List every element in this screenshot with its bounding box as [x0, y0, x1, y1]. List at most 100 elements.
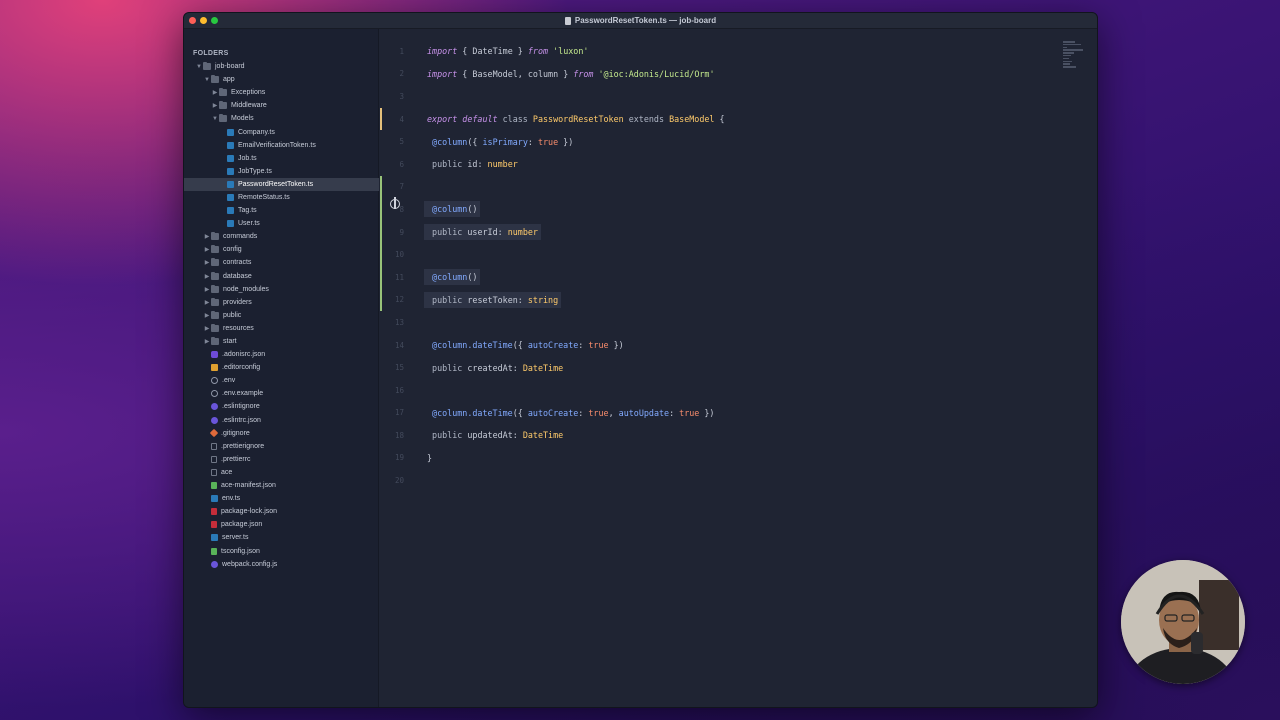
close-dot-icon[interactable]: [189, 17, 196, 24]
tree-file[interactable]: RemoteStatus.ts: [184, 191, 379, 204]
code-line[interactable]: 19}: [380, 447, 1097, 470]
code-token: BaseModel: [669, 114, 715, 125]
tree-file[interactable]: .env: [184, 374, 379, 387]
folder-icon: [211, 258, 219, 267]
tree-folder[interactable]: ▶ Exceptions: [184, 86, 379, 99]
tree-file[interactable]: env.ts: [184, 492, 379, 505]
code-token: ,: [517, 68, 528, 79]
tree-file[interactable]: Job.ts: [184, 152, 379, 165]
tree-folder[interactable]: ▶ public: [184, 309, 379, 322]
code-line[interactable]: 7: [380, 175, 1097, 199]
code-token: :: [517, 294, 528, 305]
code-text: }: [427, 453, 432, 463]
code-token: extends: [628, 114, 665, 125]
line-number: 19: [394, 453, 404, 463]
tree-file[interactable]: .env.example: [184, 387, 379, 400]
folder-icon: [211, 271, 219, 280]
code-token: export default: [427, 114, 498, 125]
file-tree: ▼ job-board ▼ app ▶ Exceptions ▶ Middleware ▼ Mod…: [184, 60, 379, 571]
tree-file[interactable]: Tag.ts: [184, 204, 379, 217]
tree-file[interactable]: EmailVerificationToken.ts: [184, 139, 379, 152]
code-token: 'luxon': [553, 46, 589, 57]
code-line[interactable]: 11 @column(): [380, 265, 1097, 289]
tree-file[interactable]: .editorconfig: [184, 361, 379, 374]
tree-file[interactable]: .gitignore: [184, 427, 379, 440]
tree-folder[interactable]: ▶ Middleware: [184, 99, 379, 112]
tree-folder[interactable]: ▶ database: [184, 270, 379, 283]
line-number: 9: [399, 227, 404, 237]
code-line[interactable]: 17 @column.dateTime({ autoCreate: true, …: [380, 402, 1097, 425]
code-line[interactable]: 1 import { DateTime } from 'luxon': [380, 40, 1097, 63]
code-token: ({: [467, 136, 483, 147]
tree-item-label: Models: [231, 115, 254, 123]
code-line[interactable]: 5 @column({ isPrimary: true }): [380, 130, 1097, 153]
ts-file-icon: [227, 180, 234, 188]
tree-file[interactable]: ace: [184, 466, 379, 479]
code-line[interactable]: 16: [380, 379, 1097, 402]
ts-file-icon: [211, 534, 218, 542]
tree-item-label: config: [223, 246, 242, 254]
tree-file[interactable]: server.ts: [184, 531, 379, 544]
code-token: :: [578, 407, 589, 418]
code-token: }): [558, 136, 574, 147]
tree-folder[interactable]: ▶ providers: [184, 296, 379, 309]
tree-file[interactable]: package-lock.json: [184, 505, 379, 518]
code-line[interactable]: 4 export default class PasswordResetToken…: [380, 107, 1097, 131]
code-token: DateTime: [472, 46, 513, 57]
tree-folder[interactable]: ▶ commands: [184, 230, 379, 243]
tree-item-label: .eslintignore: [222, 403, 260, 411]
tree-folder[interactable]: ▶ contracts: [184, 256, 379, 269]
code-token: :: [578, 340, 589, 351]
code-token: public: [432, 227, 463, 238]
code-line[interactable]: 20: [380, 469, 1097, 492]
code-line[interactable]: 12 public resetToken: string: [380, 288, 1097, 312]
code-token: }: [427, 452, 433, 463]
tree-folder[interactable]: ▶ start: [184, 335, 379, 348]
tree-folder[interactable]: ▶ resources: [184, 322, 379, 335]
code-token: public: [432, 294, 463, 305]
tree-folder[interactable]: ▼ job-board: [184, 60, 379, 73]
code-line[interactable]: 10: [380, 243, 1097, 266]
code-line[interactable]: 14 @column.dateTime({ autoCreate: true }…: [380, 334, 1097, 357]
code-token: true: [537, 136, 559, 147]
code-token: autoCreate: [527, 407, 579, 418]
code-line[interactable]: 8 @column(): [380, 198, 1097, 221]
tree-item-label: JobType.ts: [238, 167, 272, 175]
gear-file-icon: [211, 377, 218, 385]
tree-file[interactable]: .prettierrc: [184, 453, 379, 466]
minimize-dot-icon[interactable]: [200, 17, 207, 24]
window-title: PasswordResetToken.ts — job-board: [574, 16, 717, 25]
zoom-dot-icon[interactable]: [211, 17, 218, 24]
code-editor[interactable]: 1 import { DateTime } from 'luxon' 2 import…: [380, 29, 1097, 707]
code-line[interactable]: 15 public createdAt: DateTime: [380, 356, 1097, 379]
code-line[interactable]: 3: [380, 85, 1097, 108]
tree-folder[interactable]: ▼ app: [184, 73, 379, 86]
tree-file[interactable]: User.ts: [184, 217, 379, 230]
tree-folder[interactable]: ▶ config: [184, 243, 379, 256]
tree-file[interactable]: package.json: [184, 518, 379, 531]
tree-file[interactable]: ace-manifest.json: [184, 479, 379, 492]
code-line[interactable]: 13: [380, 311, 1097, 334]
tree-file[interactable]: webpack.config.js: [184, 558, 379, 571]
code-token: @column.dateTime: [432, 407, 513, 418]
tree-file[interactable]: Company.ts: [184, 125, 379, 138]
code-line[interactable]: 2 import { BaseModel, column } from '@ioc…: [380, 63, 1097, 86]
code-token: }: [558, 68, 574, 79]
code-token: ({: [512, 407, 528, 418]
code-token: :: [512, 362, 523, 373]
tree-file[interactable]: .adonisrc.json: [184, 348, 379, 361]
tree-file[interactable]: tsconfig.json: [184, 544, 379, 557]
tree-file[interactable]: JobType.ts: [184, 165, 379, 178]
tree-file[interactable]: PasswordResetToken.ts: [184, 177, 379, 191]
code-token: number: [487, 159, 518, 170]
tree-file[interactable]: .eslintignore: [184, 400, 379, 413]
tree-folder[interactable]: ▶ node_modules: [184, 283, 379, 296]
code-line[interactable]: 6 public id: number: [380, 153, 1097, 176]
tree-file[interactable]: .prettierignore: [184, 440, 379, 453]
tree-file[interactable]: .eslintrc.json: [184, 414, 379, 427]
line-number: 14: [394, 340, 404, 350]
code-line[interactable]: 9 public userId: number: [380, 220, 1097, 244]
chevron-down-icon: ▼: [212, 115, 218, 122]
code-line[interactable]: 18 public updatedAt: DateTime: [380, 424, 1097, 447]
tree-folder[interactable]: ▼ Models: [184, 112, 379, 125]
